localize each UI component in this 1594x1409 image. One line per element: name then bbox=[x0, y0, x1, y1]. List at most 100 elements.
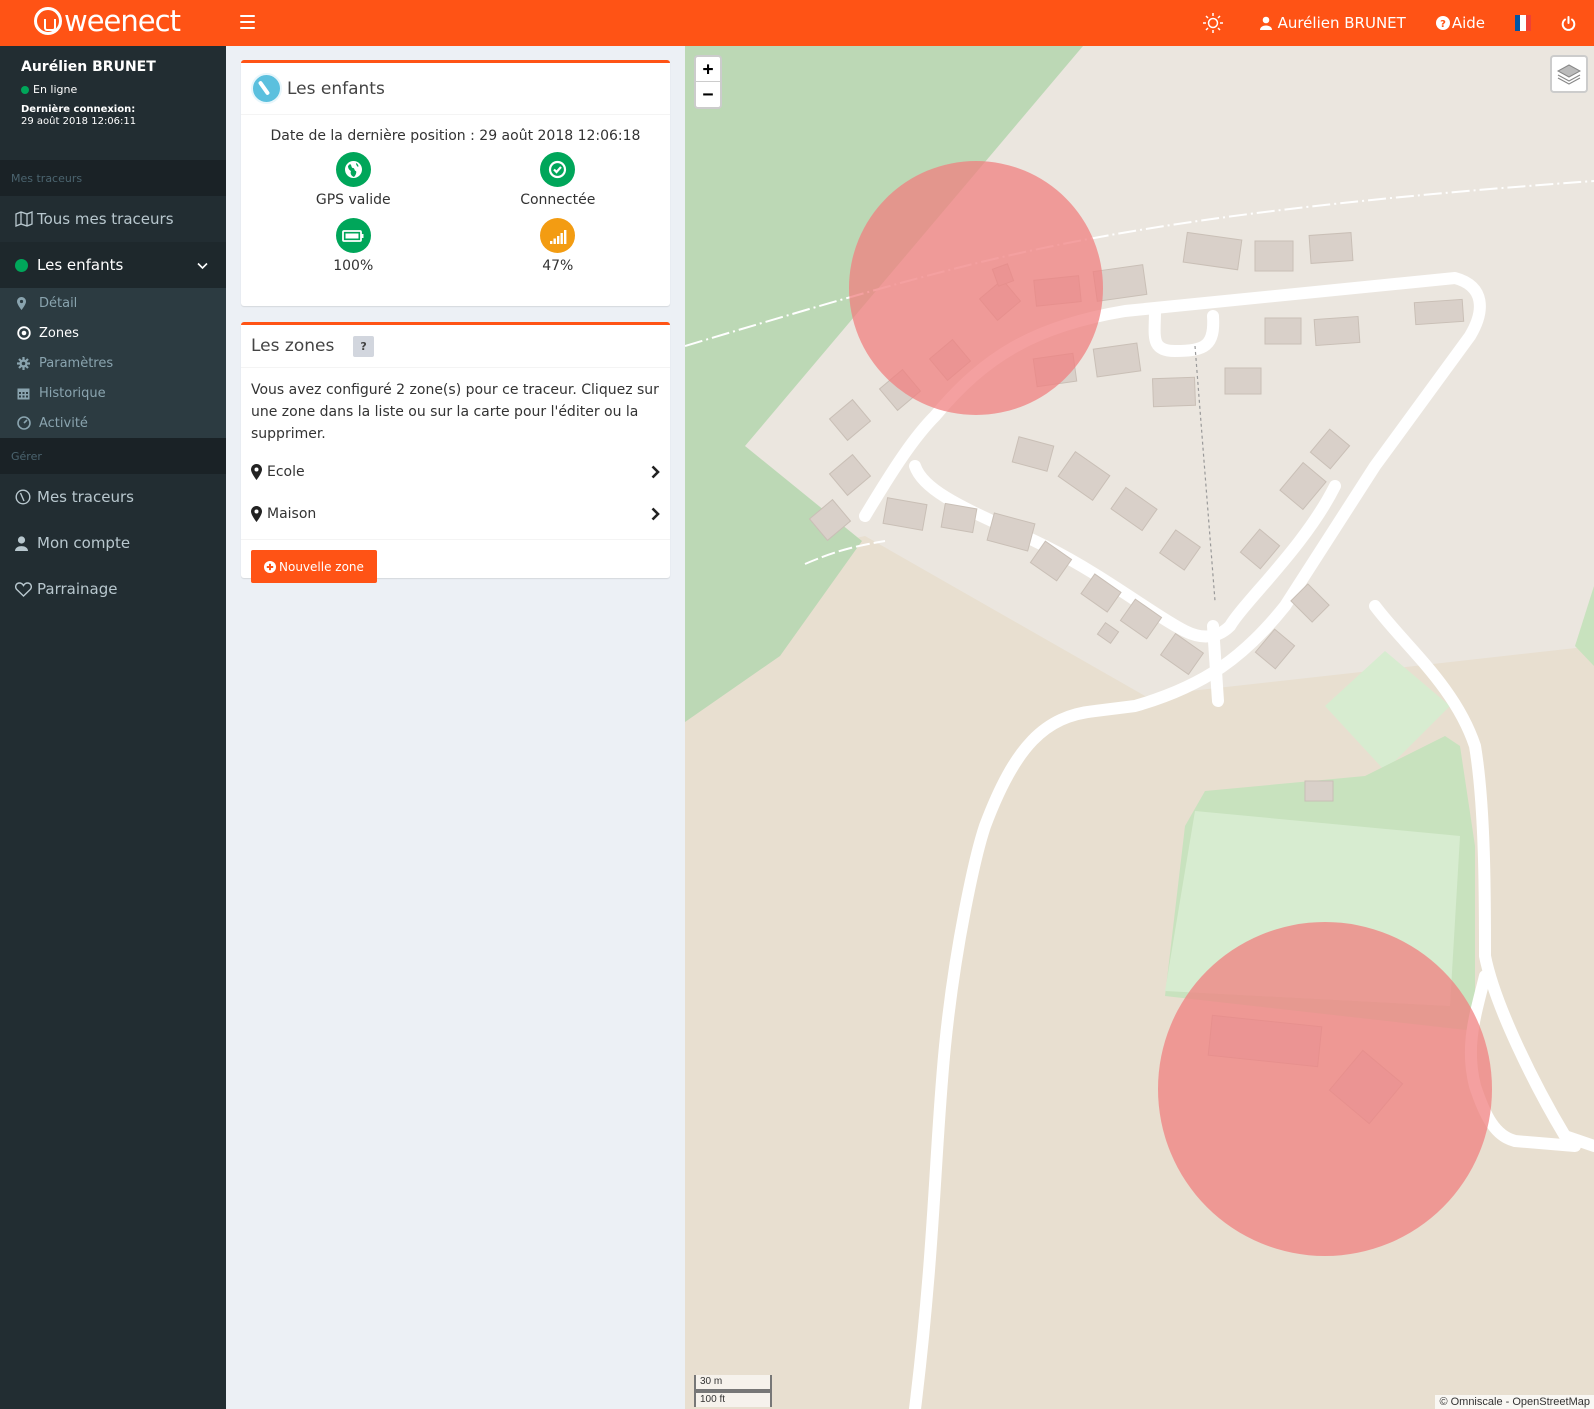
map-pin-icon bbox=[17, 296, 39, 310]
sidebar-item-label: Mon compte bbox=[37, 534, 131, 552]
zoom-out-button[interactable]: − bbox=[696, 82, 720, 107]
chevron-right-icon bbox=[651, 507, 660, 521]
zone-item-maison[interactable]: Maison bbox=[241, 493, 670, 535]
zone-overlays bbox=[849, 161, 1492, 1256]
tracker-stats: GPS valide Connectée 100% 47% bbox=[241, 152, 670, 284]
signal-status: 47% bbox=[456, 218, 661, 284]
weenect-logo[interactable]: weenect bbox=[34, 4, 181, 38]
zone-circle-maison[interactable] bbox=[1158, 922, 1492, 1256]
sidebar-item-mon-compte[interactable]: Mon compte bbox=[0, 520, 226, 566]
connection-status: Connectée bbox=[456, 152, 661, 218]
logout-button[interactable] bbox=[1546, 0, 1594, 46]
sidebar-user-name: Aurélien BRUNET bbox=[21, 59, 156, 75]
gps-status-label: GPS valide bbox=[315, 192, 391, 208]
status-label: En ligne bbox=[33, 83, 78, 96]
sidebar-subitem-detail[interactable]: Détail bbox=[0, 288, 226, 318]
heart-icon bbox=[15, 581, 35, 597]
france-flag-icon bbox=[1515, 15, 1531, 31]
sidebar-item-label: Parrainage bbox=[37, 580, 118, 598]
zoom-in-button[interactable]: + bbox=[696, 57, 720, 82]
calendar-icon bbox=[17, 387, 39, 400]
check-circle-icon bbox=[540, 152, 576, 187]
sidebar-item-mes-traceurs[interactable]: Mes traceurs bbox=[0, 474, 226, 520]
layers-icon bbox=[1556, 64, 1582, 85]
connection-status-label: Connectée bbox=[520, 192, 596, 208]
online-status: En ligne bbox=[21, 83, 205, 96]
user-menu-label: Aurélien BRUNET bbox=[1277, 14, 1406, 32]
zones-box-footer: Nouvelle zone bbox=[241, 539, 670, 595]
power-icon bbox=[1561, 15, 1576, 31]
sidebar-item-parrainage[interactable]: Parrainage bbox=[0, 566, 226, 612]
user-menu[interactable]: Aurélien BRUNET bbox=[1245, 0, 1421, 46]
sun-icon bbox=[1202, 13, 1223, 33]
sidebar-item-label: Mes traceurs bbox=[37, 488, 134, 506]
zone-item-ecole[interactable]: Ecole bbox=[241, 451, 670, 493]
sidebar-item-all-trackers[interactable]: Tous mes traceurs bbox=[0, 196, 226, 242]
map-icon bbox=[15, 211, 35, 227]
last-connection-date: 29 août 2018 12:06:11 bbox=[21, 116, 137, 127]
tracker-box-title: Les enfants bbox=[287, 78, 385, 99]
logo-icon bbox=[34, 7, 62, 35]
sidebar-subitem-zones[interactable]: Zones bbox=[0, 318, 226, 348]
zones-box-title: Les zones bbox=[251, 336, 335, 356]
sidebar-item-les-enfants[interactable]: Les enfants bbox=[0, 242, 226, 288]
last-position: Date de la dernière position : 29 août 2… bbox=[270, 128, 641, 144]
zones-description: Vous avez configuré 2 zone(s) pour ce tr… bbox=[251, 382, 659, 442]
help-label: Aide bbox=[1451, 14, 1485, 32]
new-zone-button[interactable]: Nouvelle zone bbox=[251, 550, 377, 583]
gear-icon bbox=[17, 356, 39, 370]
subitem-label: Paramètres bbox=[39, 355, 114, 371]
user-icon bbox=[15, 535, 35, 551]
zone-name: Maison bbox=[267, 506, 317, 522]
help-link[interactable]: ? Aide bbox=[1421, 0, 1500, 46]
target-icon bbox=[17, 326, 39, 340]
menu-toggle-icon[interactable] bbox=[240, 15, 255, 29]
battery-level-label: 100% bbox=[333, 258, 374, 274]
user-icon bbox=[1259, 16, 1272, 30]
subitem-label: Zones bbox=[39, 325, 79, 341]
language-selector[interactable] bbox=[1500, 0, 1546, 46]
zones-box: Les zones ? Vous avez configuré 2 zone(s… bbox=[241, 322, 670, 583]
content-panel: Les enfants Date de la dernière position… bbox=[226, 46, 685, 1409]
logo-text: weenect bbox=[64, 4, 181, 38]
tracker-status-dot-icon bbox=[15, 258, 35, 272]
status-dot-icon bbox=[21, 85, 29, 94]
tracker-submenu: Détail Zones Paramètres Historique Activ… bbox=[0, 288, 226, 438]
map-scale: 30 m 100 ft bbox=[694, 1375, 772, 1407]
dashboard-icon bbox=[17, 416, 39, 430]
user-panel: Aurélien BRUNET En ligne Dernière connex… bbox=[0, 46, 226, 160]
zoom-control: + − bbox=[694, 55, 722, 109]
tracker-box: Les enfants Date de la dernière position… bbox=[241, 60, 670, 306]
section-header-manage: Gérer bbox=[0, 438, 226, 474]
sidebar-item-label: Les enfants bbox=[37, 256, 124, 274]
sidebar: Aurélien BRUNET En ligne Dernière connex… bbox=[0, 46, 226, 1409]
scale-metric: 30 m bbox=[694, 1375, 772, 1391]
tracker-avatar-icon bbox=[251, 73, 282, 104]
map-attribution: © Omniscale - OpenStreetMap bbox=[1435, 1395, 1594, 1409]
globe-icon bbox=[335, 152, 371, 187]
theme-toggle-button[interactable] bbox=[1187, 0, 1245, 46]
map-view[interactable]: + − 30 m 100 ft © Omniscale - OpenStreet… bbox=[685, 46, 1594, 1409]
plus-circle-icon bbox=[264, 560, 276, 573]
signal-level-label: 47% bbox=[542, 258, 574, 274]
signal-icon bbox=[540, 218, 576, 253]
layers-button[interactable] bbox=[1550, 55, 1588, 93]
battery-icon bbox=[335, 218, 371, 253]
map-pin-icon bbox=[251, 506, 262, 522]
question-circle-icon: ? bbox=[1435, 16, 1450, 30]
tracker-box-header: Les enfants bbox=[241, 63, 670, 115]
zones-help-button[interactable]: ? bbox=[353, 335, 374, 357]
new-zone-label: Nouvelle zone bbox=[279, 559, 364, 574]
sidebar-subitem-parametres[interactable]: Paramètres bbox=[0, 348, 226, 378]
zone-circle-ecole[interactable] bbox=[849, 161, 1103, 415]
battery-status: 100% bbox=[251, 218, 456, 284]
sidebar-subitem-activite[interactable]: Activité bbox=[0, 408, 226, 438]
subitem-label: Détail bbox=[39, 295, 78, 311]
last-connection-label: Dernière connexion: bbox=[21, 104, 136, 115]
sidebar-item-label: Tous mes traceurs bbox=[37, 210, 174, 228]
zone-name: Ecole bbox=[267, 464, 305, 480]
zones-box-header: Les zones ? bbox=[241, 325, 670, 368]
sidebar-subitem-historique[interactable]: Historique bbox=[0, 378, 226, 408]
top-navbar: weenect Aurélien BRUNET ? Aide bbox=[0, 0, 1594, 46]
subitem-label: Activité bbox=[39, 415, 88, 431]
